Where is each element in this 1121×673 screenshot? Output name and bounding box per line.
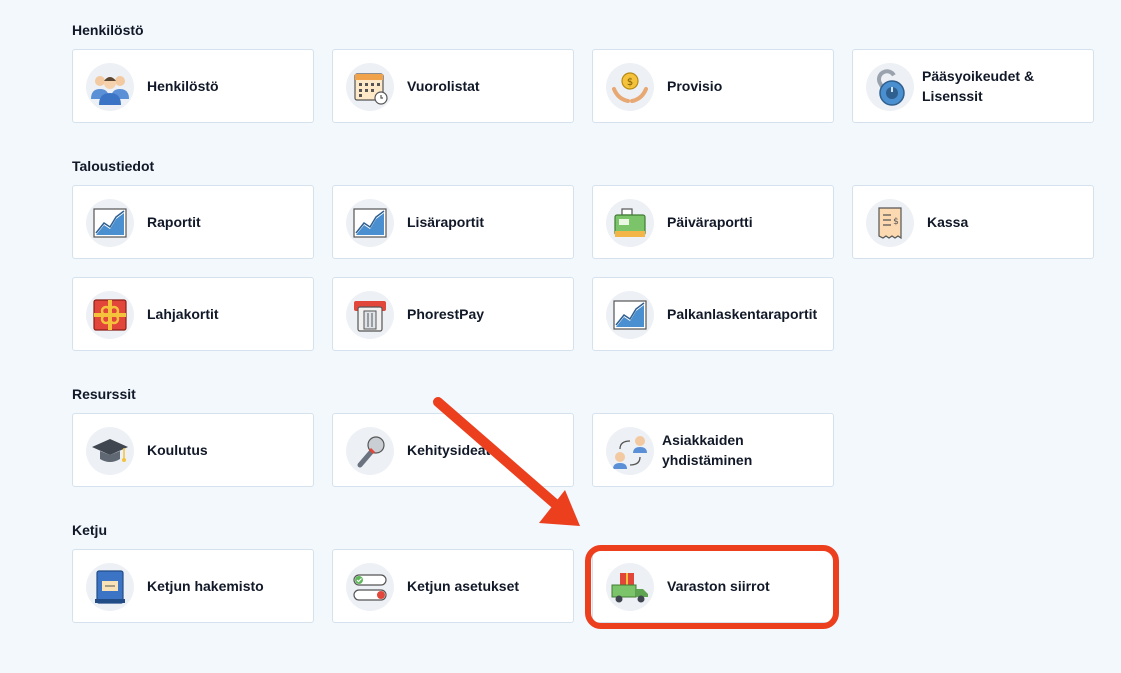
card-label: PhorestPay <box>407 306 485 322</box>
address-book-icon <box>86 563 134 611</box>
card-vuorolistat[interactable]: Vuorolistat <box>332 49 574 123</box>
card-varaston-siirrot[interactable]: Varaston siirrot <box>592 549 834 623</box>
card-label: Lisäraportit <box>407 214 485 230</box>
card-kehitysideat[interactable]: Kehitysideat <box>332 413 574 487</box>
card-lahjakortit[interactable]: Lahjakortit <box>72 277 314 351</box>
card-paasyoikeudet[interactable]: Pääsyoikeudet & Lisenssit <box>852 49 1094 123</box>
card-provisio[interactable]: $ Provisio <box>592 49 834 123</box>
card-label: Vuorolistat <box>407 78 480 94</box>
card-label: Henkilöstö <box>147 78 219 94</box>
card-label: Kehitysideat <box>407 442 491 458</box>
card-label: Ketjun asetukset <box>407 578 520 594</box>
section-title-taloustiedot: Taloustiedot <box>72 158 155 174</box>
section-title-henkilosto: Henkilöstö <box>72 22 144 38</box>
padlock-icon <box>866 63 914 111</box>
card-label: Palkanlaskentaraportit <box>667 306 818 322</box>
card-label: Varaston siirrot <box>667 578 770 594</box>
card-label: Ketjun hakemisto <box>147 578 264 594</box>
svg-text:$: $ <box>893 217 899 227</box>
card-label: Kassa <box>927 214 969 230</box>
receipt-icon: $ <box>866 199 914 247</box>
card-paivaraportti[interactable]: Päiväraportti <box>592 185 834 259</box>
people-icon <box>86 63 134 111</box>
card-label: Raportit <box>147 214 201 230</box>
svg-text:$: $ <box>627 77 633 88</box>
card-label: Päiväraportti <box>667 214 753 230</box>
card-label: Provisio <box>667 78 723 94</box>
card-label: Asiakkaiden yhdistäminen <box>662 432 753 468</box>
chart-icon <box>346 199 394 247</box>
card-koulutus[interactable]: Koulutus <box>72 413 314 487</box>
card-phorestpay[interactable]: PhorestPay <box>332 277 574 351</box>
section-title-resurssit: Resurssit <box>72 386 136 402</box>
toggle-settings-icon <box>346 563 394 611</box>
graduation-cap-icon <box>86 427 134 475</box>
card-asiakkaiden-yhdistaminen[interactable]: Asiakkaiden yhdistäminen <box>592 413 834 487</box>
delivery-truck-icon <box>606 563 654 611</box>
card-raportit[interactable]: Raportit <box>72 185 314 259</box>
card-label: Pääsyoikeudet & Lisenssit <box>922 68 1035 104</box>
microphone-icon <box>346 427 394 475</box>
card-henkilosto[interactable]: Henkilöstö <box>72 49 314 123</box>
card-palkanlaskentaraportit[interactable]: Palkanlaskentaraportit <box>592 277 834 351</box>
card-kassa[interactable]: $ Kassa <box>852 185 1094 259</box>
card-ketjun-hakemisto[interactable]: Ketjun hakemisto <box>72 549 314 623</box>
coin-hands-icon: $ <box>606 63 654 111</box>
chart-icon <box>606 291 654 339</box>
calendar-icon <box>346 63 394 111</box>
card-label: Lahjakortit <box>147 306 219 322</box>
gift-card-icon <box>86 291 134 339</box>
card-label: Koulutus <box>147 442 208 458</box>
merge-customers-icon <box>606 427 654 475</box>
card-ketjun-asetukset[interactable]: Ketjun asetukset <box>332 549 574 623</box>
card-terminal-icon <box>346 291 394 339</box>
chart-icon <box>86 199 134 247</box>
section-title-ketju: Ketju <box>72 522 107 538</box>
cash-register-icon <box>606 199 654 247</box>
card-lisaraportit[interactable]: Lisäraportit <box>332 185 574 259</box>
